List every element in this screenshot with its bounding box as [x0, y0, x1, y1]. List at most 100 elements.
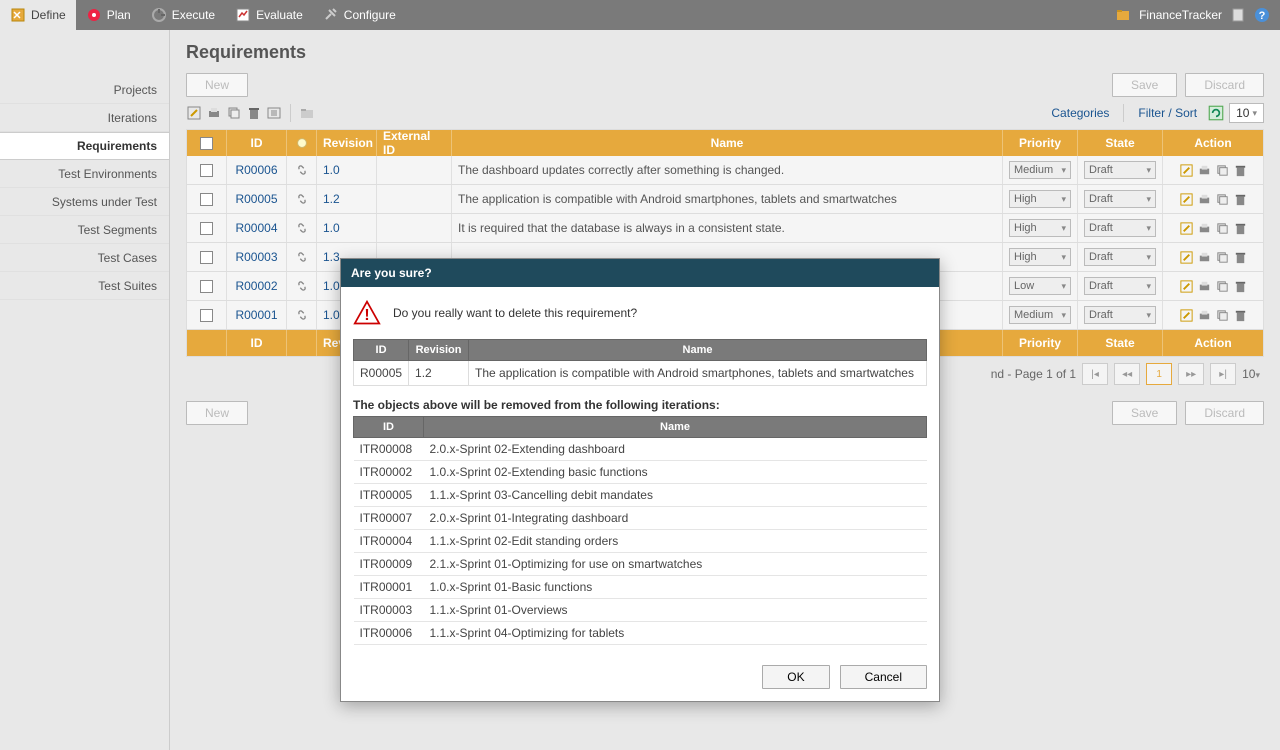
row-checkbox[interactable] — [200, 222, 213, 235]
col-revision[interactable]: Revision — [317, 130, 377, 156]
print-row-icon[interactable] — [1197, 279, 1212, 294]
col-name[interactable]: Name — [452, 130, 1003, 156]
sidebar-item-iterations[interactable]: Iterations — [0, 104, 169, 132]
delete-all-icon[interactable] — [246, 105, 262, 121]
page-size-select-top[interactable]: 10▾ — [1229, 103, 1264, 123]
discard-button-top[interactable]: Discard — [1185, 73, 1264, 97]
tab-evaluate[interactable]: Evaluate — [225, 0, 313, 30]
print-row-icon[interactable] — [1197, 221, 1212, 236]
select-all-checkbox[interactable] — [200, 137, 213, 150]
priority-select[interactable]: Medium▾ — [1009, 306, 1071, 324]
copy-icon[interactable] — [1215, 250, 1230, 265]
copy-icon[interactable] — [1215, 163, 1230, 178]
requirement-id-link[interactable]: R00006 — [235, 163, 277, 177]
delete-icon[interactable] — [1233, 250, 1248, 265]
requirement-id-link[interactable]: R00004 — [235, 221, 277, 235]
edit-icon[interactable] — [1179, 192, 1194, 207]
pager-prev[interactable]: ◂◂ — [1114, 363, 1140, 385]
col-priority[interactable]: Priority — [1003, 130, 1078, 156]
folder-icon[interactable] — [299, 105, 315, 121]
print-row-icon[interactable] — [1197, 250, 1212, 265]
copy-icon[interactable] — [1215, 279, 1230, 294]
chain-icon[interactable] — [295, 221, 309, 235]
pager-next[interactable]: ▸▸ — [1178, 363, 1204, 385]
sidebar-item-test-segments[interactable]: Test Segments — [0, 216, 169, 244]
notes-icon[interactable] — [1230, 7, 1246, 23]
col-id[interactable]: ID — [227, 130, 287, 156]
state-select[interactable]: Draft▾ — [1084, 190, 1156, 208]
edit-all-icon[interactable] — [186, 105, 202, 121]
state-select[interactable]: Draft▾ — [1084, 219, 1156, 237]
edit-icon[interactable] — [1179, 221, 1194, 236]
state-select[interactable]: Draft▾ — [1084, 306, 1156, 324]
pager-last[interactable]: ▸| — [1210, 363, 1236, 385]
save-button-top[interactable]: Save — [1112, 73, 1177, 97]
print-icon[interactable] — [206, 105, 222, 121]
sidebar-item-test-cases[interactable]: Test Cases — [0, 244, 169, 272]
chain-icon[interactable] — [295, 308, 309, 322]
chain-icon[interactable] — [295, 279, 309, 293]
chain-icon[interactable] — [295, 192, 309, 206]
project-label[interactable]: FinanceTracker — [1139, 8, 1222, 22]
requirement-id-link[interactable]: R00005 — [235, 192, 277, 206]
help-icon[interactable]: ? — [1254, 7, 1270, 23]
sidebar-item-systems-under-test[interactable]: Systems under Test — [0, 188, 169, 216]
row-checkbox[interactable] — [200, 309, 213, 322]
delete-icon[interactable] — [1233, 192, 1248, 207]
tab-plan[interactable]: Plan — [76, 0, 141, 30]
delete-icon[interactable] — [1233, 163, 1248, 178]
row-checkbox[interactable] — [200, 164, 213, 177]
row-checkbox[interactable] — [200, 280, 213, 293]
edit-icon[interactable] — [1179, 308, 1194, 323]
edit-icon[interactable] — [1179, 163, 1194, 178]
state-select[interactable]: Draft▾ — [1084, 248, 1156, 266]
chain-icon[interactable] — [295, 250, 309, 264]
priority-select[interactable]: High▾ — [1009, 248, 1071, 266]
delete-icon[interactable] — [1233, 279, 1248, 294]
col-external-id[interactable]: External ID — [377, 130, 452, 156]
tab-configure[interactable]: Configure — [313, 0, 406, 30]
pager-page-1[interactable]: 1 — [1146, 363, 1172, 385]
priority-select[interactable]: Medium▾ — [1009, 161, 1071, 179]
sidebar-item-requirements[interactable]: Requirements — [0, 132, 169, 160]
col-state[interactable]: State — [1078, 130, 1163, 156]
priority-select[interactable]: High▾ — [1009, 190, 1071, 208]
print-row-icon[interactable] — [1197, 163, 1212, 178]
row-checkbox[interactable] — [200, 193, 213, 206]
copy-icon[interactable] — [1215, 192, 1230, 207]
sidebar-item-test-suites[interactable]: Test Suites — [0, 272, 169, 300]
dialog-cancel-button[interactable]: Cancel — [840, 665, 927, 689]
filter-sort-link[interactable]: Filter / Sort — [1132, 106, 1203, 120]
delete-icon[interactable] — [1233, 221, 1248, 236]
print-row-icon[interactable] — [1197, 192, 1212, 207]
page-size-select-bottom[interactable]: 10▾ — [1242, 367, 1260, 381]
row-checkbox[interactable] — [200, 251, 213, 264]
edit-icon[interactable] — [1179, 279, 1194, 294]
copy-icon[interactable] — [1215, 221, 1230, 236]
dialog-ok-button[interactable]: OK — [762, 665, 829, 689]
priority-select[interactable]: High▾ — [1009, 219, 1071, 237]
save-button-bottom[interactable]: Save — [1112, 401, 1177, 425]
new-button-top[interactable]: New — [186, 73, 248, 97]
discard-button-bottom[interactable]: Discard — [1185, 401, 1264, 425]
delete-icon[interactable] — [1233, 308, 1248, 323]
tab-define[interactable]: Define — [0, 0, 76, 30]
pager-first[interactable]: |◂ — [1082, 363, 1108, 385]
export-icon[interactable] — [266, 105, 282, 121]
print-row-icon[interactable] — [1197, 308, 1212, 323]
priority-select[interactable]: Low▾ — [1009, 277, 1071, 295]
refresh-icon[interactable] — [1207, 104, 1225, 122]
new-button-bottom[interactable]: New — [186, 401, 248, 425]
sidebar-item-test-environments[interactable]: Test Environments — [0, 160, 169, 188]
tab-execute[interactable]: Execute — [141, 0, 225, 30]
sidebar-item-projects[interactable]: Projects — [0, 76, 169, 104]
state-select[interactable]: Draft▾ — [1084, 277, 1156, 295]
copy-icon[interactable] — [1215, 308, 1230, 323]
requirement-id-link[interactable]: R00001 — [235, 308, 277, 322]
requirement-id-link[interactable]: R00002 — [235, 279, 277, 293]
requirement-id-link[interactable]: R00003 — [235, 250, 277, 264]
copy-all-icon[interactable] — [226, 105, 242, 121]
edit-icon[interactable] — [1179, 250, 1194, 265]
state-select[interactable]: Draft▾ — [1084, 161, 1156, 179]
chain-icon[interactable] — [295, 163, 309, 177]
